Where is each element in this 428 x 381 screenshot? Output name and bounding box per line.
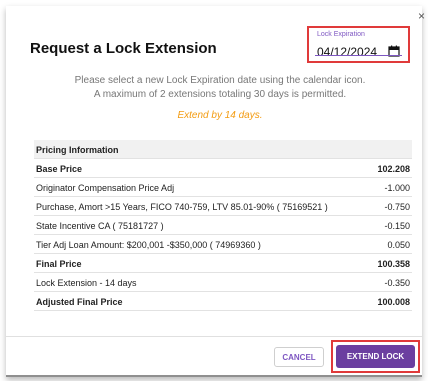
table-row: Lock Extension - 14 days -0.350 <box>34 273 412 292</box>
row-label: Purchase, Amort >15 Years, FICO 740-759,… <box>36 202 328 212</box>
pricing-header: Pricing Information <box>36 145 119 155</box>
extend-note: Extend by 14 days. <box>177 110 263 121</box>
cancel-button[interactable]: CANCEL <box>274 347 324 367</box>
row-value: -0.750 <box>384 202 410 212</box>
row-label: State Incentive CA ( 75181727 ) <box>36 221 164 231</box>
row-label: Adjusted Final Price <box>36 297 123 307</box>
lock-expiration-field[interactable]: Lock Expiration 04/12/2024 <box>307 26 410 63</box>
table-row: State Incentive CA ( 75181727 ) -0.150 <box>34 216 412 235</box>
table-row: Originator Compensation Price Adj -1.000 <box>34 178 412 197</box>
extend-lock-button[interactable]: EXTEND LOCK <box>336 345 415 368</box>
row-value: -0.350 <box>384 278 410 288</box>
row-value: 100.358 <box>377 259 410 269</box>
pricing-table: Pricing Information Base Price 102.208 O… <box>34 140 412 311</box>
lock-expiration-label: Lock Expiration <box>317 31 365 38</box>
row-label: Tier Adj Loan Amount: $200,001 -$350,000… <box>36 240 261 250</box>
instruction-line-2: A maximum of 2 extensions totaling 30 da… <box>93 89 347 100</box>
footer-divider <box>6 336 422 337</box>
lock-expiration-underline <box>315 55 402 56</box>
dialog-title: Request a Lock Extension <box>30 40 217 57</box>
row-value: 102.208 <box>377 164 410 174</box>
row-label: Final Price <box>36 259 82 269</box>
row-value: -1.000 <box>384 183 410 193</box>
lock-expiration-input[interactable]: 04/12/2024 <box>317 45 377 59</box>
row-value: 100.008 <box>377 297 410 307</box>
pricing-header-row: Pricing Information <box>34 140 412 159</box>
row-label: Originator Compensation Price Adj <box>36 183 175 193</box>
page: Request a Lock Extension Lock Expiration… <box>0 0 428 381</box>
row-value: -0.150 <box>384 221 410 231</box>
table-row: Adjusted Final Price 100.008 <box>34 292 412 311</box>
lock-extension-dialog: Request a Lock Extension Lock Expiration… <box>6 6 422 377</box>
table-row: Base Price 102.208 <box>34 159 412 178</box>
close-icon[interactable]: × <box>418 10 428 22</box>
row-label: Lock Extension - 14 days <box>36 278 137 288</box>
row-label: Base Price <box>36 164 83 174</box>
row-value: 0.050 <box>387 240 410 250</box>
instruction-line-1: Please select a new Lock Expiration date… <box>74 75 366 86</box>
table-row: Purchase, Amort >15 Years, FICO 740-759,… <box>34 197 412 216</box>
table-row: Tier Adj Loan Amount: $200,001 -$350,000… <box>34 235 412 254</box>
table-row: Final Price 100.358 <box>34 254 412 273</box>
